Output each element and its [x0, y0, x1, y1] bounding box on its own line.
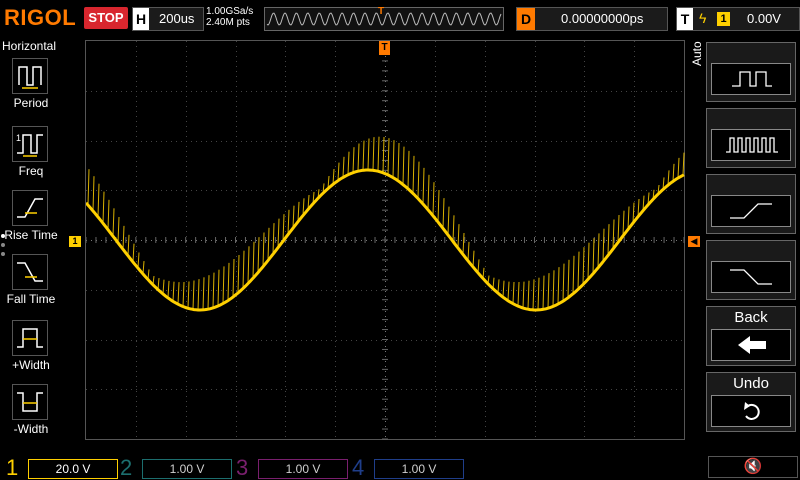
- pulse-train-icon: [711, 129, 791, 161]
- channel-status-bar: 1 20.0 V 2 1.00 V 3 1.00 V 4 1.00 V: [0, 452, 800, 480]
- timebase-label: H: [133, 8, 149, 30]
- channel1-number: 1: [6, 455, 19, 480]
- brand-logo: RIGOL: [4, 5, 77, 30]
- channel3-scale: 1.00 V: [258, 459, 348, 479]
- sample-rate: 1.00GSa/s: [206, 6, 254, 17]
- measure-freq-button[interactable]: 1 Freq: [0, 124, 62, 186]
- auto-menu-label: Auto: [690, 41, 704, 66]
- period-label: Period: [13, 96, 49, 110]
- channel4-number: 4: [352, 455, 365, 480]
- period-icon: [12, 58, 48, 94]
- measure-fall-time-button[interactable]: Fall Time: [0, 252, 62, 314]
- auto-rising-edge-button[interactable]: [706, 174, 796, 234]
- delay-label: D: [517, 8, 535, 30]
- measure-positive-width-button[interactable]: +Width: [0, 318, 62, 380]
- trigger-level: 0.00V: [747, 11, 781, 26]
- back-button[interactable]: Back: [706, 306, 796, 366]
- positive-width-label: +Width: [12, 358, 50, 372]
- speaker-mute-icon[interactable]: 🔇: [708, 456, 798, 478]
- menu-title: Horizontal: [2, 39, 57, 53]
- undo-label: Undo: [733, 375, 769, 392]
- measure-negative-width-button[interactable]: -Width: [0, 382, 62, 444]
- rise-time-label: Rise Time: [4, 228, 58, 242]
- rise-time-icon: [12, 190, 48, 226]
- waveform-display[interactable]: [85, 40, 685, 440]
- auto-falling-edge-button[interactable]: [706, 240, 796, 300]
- pulse-single-icon: [711, 63, 791, 95]
- negative-width-icon: [12, 384, 48, 420]
- timebase-box[interactable]: H 200us: [132, 7, 204, 31]
- menu-page-indicator: [1, 234, 7, 261]
- trigger-position-marker: T: [378, 6, 385, 17]
- channel1-scale: 20.0 V: [28, 459, 118, 479]
- auto-pulse-single-button[interactable]: [706, 42, 796, 102]
- rising-edge-trigger-icon: ϟ: [699, 10, 707, 26]
- top-status-bar: RIGOL STOP H 200us 1.00GSa/s 2.40M pts T…: [0, 0, 800, 36]
- run-stop-indicator[interactable]: STOP: [84, 7, 128, 29]
- trigger-label: T: [677, 8, 693, 30]
- acquisition-info: 1.00GSa/s 2.40M pts: [206, 6, 253, 28]
- delay-value: 0.00000000ps: [561, 11, 644, 26]
- channel3-number: 3: [236, 455, 249, 480]
- positive-width-icon: [12, 320, 48, 356]
- trigger-level-marker[interactable]: ◀: [688, 236, 700, 247]
- rising-edge-icon: [711, 195, 791, 227]
- negative-width-label: -Width: [13, 422, 49, 436]
- measure-period-button[interactable]: Period: [0, 56, 62, 118]
- channel2-scale: 1.00 V: [142, 459, 232, 479]
- undo-button[interactable]: Undo: [706, 372, 796, 432]
- horizontal-measure-menu: Horizontal Period 1 Freq Rise Time Fall …: [0, 36, 62, 450]
- back-arrow-icon: [711, 329, 791, 361]
- auto-pulse-train-button[interactable]: [706, 108, 796, 168]
- timebase-value: 200us: [159, 11, 195, 26]
- channel2-number: 2: [120, 455, 133, 480]
- delay-box[interactable]: D 0.00000000ps: [516, 7, 668, 31]
- falling-edge-icon: [711, 261, 791, 293]
- back-label: Back: [734, 309, 768, 326]
- svg-text:1: 1: [16, 133, 21, 143]
- trigger-box[interactable]: T ϟ 1 0.00V: [676, 7, 800, 31]
- fall-time-label: Fall Time: [6, 292, 56, 306]
- channel1-trace: [86, 136, 685, 312]
- channel4-scale: 1.00 V: [374, 459, 464, 479]
- fall-time-icon: [12, 254, 48, 290]
- memory-depth: 2.40M pts: [206, 17, 250, 28]
- trigger-source: 1: [717, 12, 730, 26]
- trigger-time-marker[interactable]: T: [379, 41, 390, 55]
- frequency-icon: 1: [12, 126, 48, 162]
- freq-label: Freq: [18, 164, 44, 178]
- undo-icon: [711, 395, 791, 427]
- measure-rise-time-button[interactable]: Rise Time: [0, 188, 62, 250]
- channel1-offset-marker[interactable]: 1: [69, 236, 81, 247]
